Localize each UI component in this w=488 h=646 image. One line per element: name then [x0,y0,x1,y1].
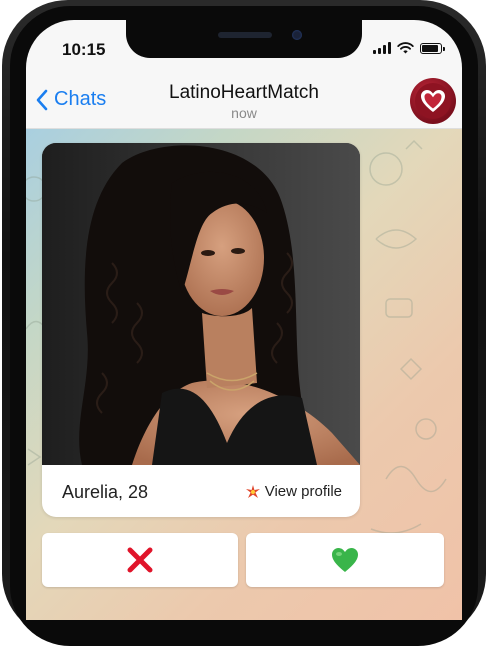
sparkle-icon [245,484,260,498]
bot-avatar[interactable] [410,78,456,124]
front-camera [292,30,302,40]
chat-header: Chats LatinoHeartMatch now [26,70,462,129]
status-icons [373,42,445,54]
profile-name-age: Aurelia, 28 [62,482,149,502]
battery-icon [420,43,445,54]
signal-icon [373,42,391,54]
chat-status: now [231,105,257,121]
notch [126,20,362,58]
view-profile-link[interactable]: View profile [245,483,342,500]
speaker [218,32,272,38]
like-button[interactable] [246,533,444,587]
chat-background: Aurelia, 28 View profile [26,129,462,620]
screen: 10:15 Chats LatinoHeartMatch now Aurelia… [26,20,462,620]
chat-title: LatinoHeartMatch [169,82,319,103]
profile-photo-image [42,143,360,465]
cross-icon [127,547,153,573]
heart-logo-icon [421,90,445,112]
view-profile-label: View profile [264,483,342,500]
wifi-icon [397,42,414,54]
profile-card-footer: Aurelia, 28 View profile [42,465,360,517]
profile-card: Aurelia, 28 View profile [42,143,360,517]
dislike-button[interactable] [42,533,238,587]
profile-photo[interactable] [42,143,360,465]
green-heart-icon [332,548,358,572]
status-time: 10:15 [62,40,106,59]
